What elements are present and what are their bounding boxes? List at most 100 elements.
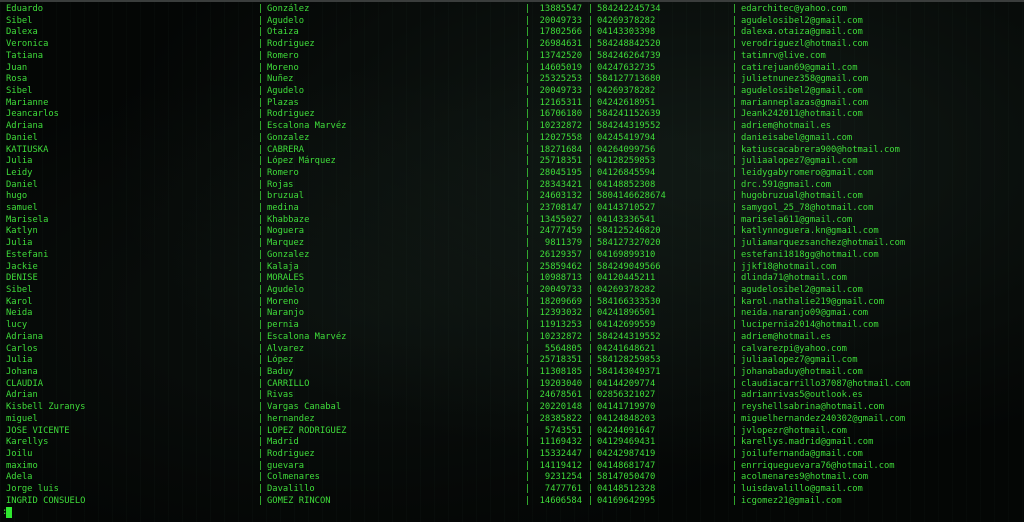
column-separator: |	[588, 249, 594, 260]
phone-cell: 04144209774	[597, 378, 656, 389]
id-number-cell: 28343421	[539, 179, 582, 190]
id-number-cell: 28385822	[539, 413, 582, 424]
id-number-cell: 20049733	[539, 15, 582, 26]
email-cell: katlynnoguera.kn@gmail.com	[741, 226, 879, 237]
column-separator: |	[588, 448, 594, 459]
phone-cell: 584242245734	[597, 4, 661, 14]
id-number-cell: 24678561	[539, 390, 582, 401]
table-row: lucy | pernia | 11913253 | 04142699559 | luciper…	[0, 319, 1024, 331]
column-separator: |	[588, 390, 594, 401]
column-separator: |	[525, 448, 531, 459]
table-row: CLAUDIA | CARRILLO | 19203040 | 04144209774 | cl…	[0, 378, 1024, 390]
last-name-cell: Rojas	[267, 179, 294, 190]
id-number-cell: 10232872	[539, 121, 582, 132]
column-separator: |	[732, 214, 738, 225]
table-row: Sibel | Agudelo | 20049733 | 04269378282 | agude…	[0, 85, 1024, 97]
phone-cell: 584127327020	[597, 238, 661, 249]
id-number-cell: 25325253	[539, 74, 582, 85]
email-cell: julietnunez358@gmail.com	[741, 74, 869, 85]
column-separator: |	[588, 156, 594, 167]
column-separator: |	[525, 226, 531, 237]
id-number-cell: 18209669	[539, 296, 582, 307]
phone-cell: 04245419794	[597, 132, 656, 143]
last-name-cell: Plazas	[267, 97, 299, 108]
first-name-cell: CLAUDIA	[6, 378, 44, 389]
id-number-cell: 9811379	[544, 238, 582, 249]
phone-cell: 58147050470	[597, 472, 656, 483]
first-name-cell: Leidy	[6, 167, 33, 178]
table-row: DENISE | MORALES | 10988713 | 04120445211 | dlin…	[0, 272, 1024, 284]
last-name-cell: Agudelo	[267, 285, 305, 296]
first-name-cell: Jorge luis	[6, 484, 59, 495]
email-cell: drc.591@gmail.com	[741, 179, 832, 190]
column-separator: |	[258, 402, 264, 413]
column-separator: |	[588, 214, 594, 225]
column-separator: |	[525, 74, 531, 85]
column-separator: |	[258, 413, 264, 424]
column-separator: |	[732, 285, 738, 296]
first-name-cell: KATIUSKA	[6, 144, 49, 155]
table-row: Katlyn | Noguera | 24777459 | 584125246820 | kat…	[0, 225, 1024, 237]
column-separator: |	[525, 97, 531, 108]
column-separator: |	[588, 179, 594, 190]
table-row: Adriana | Escalona Marvéz | 10232872 | 5842443…	[0, 331, 1024, 343]
column-separator: |	[588, 343, 594, 354]
table-row: Julia | Marquez | 9811379 | 584127327020 | julia…	[0, 237, 1024, 249]
first-name-cell: Adriana	[6, 121, 44, 132]
table-row: Neida | Naranjo | 12393032 | 04241896501 | neida…	[0, 307, 1024, 319]
email-cell: dalexa.otaiza@gmail.com	[741, 27, 863, 38]
first-name-cell: Kisbell Zuranys	[6, 402, 86, 413]
column-separator: |	[732, 425, 738, 436]
column-separator: |	[258, 320, 264, 331]
first-name-cell: Marianne	[6, 97, 49, 108]
column-separator: |	[588, 238, 594, 249]
column-separator: |	[525, 367, 531, 377]
column-separator: |	[732, 355, 738, 366]
column-separator: |	[258, 15, 264, 26]
column-separator: |	[258, 308, 264, 319]
first-name-cell: Adriana	[6, 331, 44, 342]
id-number-cell: 14119412	[539, 460, 582, 471]
last-name-cell: López Márquez	[267, 156, 336, 167]
last-name-cell: Khabbaze	[267, 214, 310, 225]
id-number-cell: 11308185	[539, 367, 582, 377]
column-separator: |	[732, 109, 738, 120]
id-number-cell: 5743551	[544, 425, 582, 436]
column-separator: |	[258, 285, 264, 296]
column-separator: |	[258, 203, 264, 214]
last-name-cell: Vargas Canabal	[267, 402, 342, 413]
column-separator: |	[525, 331, 531, 342]
email-cell: jvlopezr@hotmail.com	[741, 425, 847, 436]
table-row: Veronica | Rodriguez | 26984631 | 584248842520…	[0, 38, 1024, 50]
id-number-cell: 26984631	[539, 39, 582, 50]
table-row: Julia | López Márquez | 25718351 | 04128259853…	[0, 155, 1024, 167]
last-name-cell: Rodriguez	[267, 39, 315, 50]
column-separator: |	[525, 495, 531, 506]
last-name-cell: Rodriguez	[267, 109, 315, 120]
id-number-cell: 28045195	[539, 167, 582, 178]
last-name-cell: Agudelo	[267, 85, 305, 96]
column-separator: |	[588, 355, 594, 366]
column-separator: |	[732, 167, 738, 178]
first-name-cell: Neida	[6, 308, 33, 319]
column-separator: |	[732, 249, 738, 260]
phone-cell: 04242618951	[597, 97, 656, 108]
id-number-cell: 14606584	[539, 495, 582, 506]
column-separator: |	[588, 39, 594, 50]
last-name-cell: Moreno	[267, 62, 299, 73]
first-name-cell: Tatiana	[6, 50, 44, 61]
first-name-cell: Rosa	[6, 74, 28, 85]
last-name-cell: López	[267, 355, 294, 366]
column-separator: |	[732, 4, 738, 14]
last-name-cell: Rodriguez	[267, 448, 315, 459]
column-separator: |	[258, 121, 264, 132]
first-name-cell: samuel	[6, 203, 38, 214]
column-separator: |	[732, 121, 738, 132]
email-cell: enrriqueguevara76@hotmail.com	[741, 460, 895, 471]
id-number-cell: 23708147	[539, 203, 582, 214]
column-separator: |	[732, 437, 738, 448]
column-separator: |	[588, 15, 594, 26]
last-name-cell: Naranjo	[267, 308, 305, 319]
email-cell: luisdavalillo@gmail.com	[741, 484, 863, 495]
table-row: Sibel | Agudelo | 20049733 | 04269378282 | agude…	[0, 284, 1024, 296]
